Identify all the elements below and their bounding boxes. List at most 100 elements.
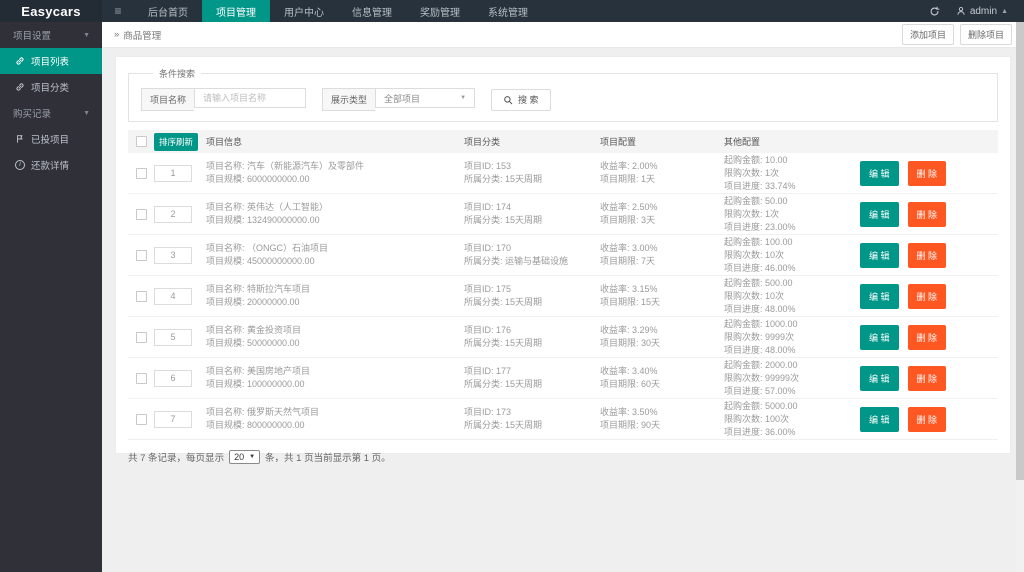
project-name: 项目名称: 黄金投资项目 [206, 325, 302, 335]
project-scale: 项目规模: 132490000000.00 [206, 215, 320, 225]
display-type-select[interactable]: 全部项目 ▼ [375, 88, 476, 108]
delete-button[interactable]: 删 除 [907, 201, 947, 227]
row-checkbox[interactable] [135, 249, 147, 261]
edit-button[interactable]: 编 辑 [860, 242, 899, 268]
sidebar-item-project-list[interactable]: 项目列表 [0, 48, 102, 74]
project-term: 项目期限: 3天 [600, 215, 656, 225]
app-logo: Easycars [0, 0, 102, 22]
edit-button[interactable]: 编 辑 [860, 406, 899, 432]
header-project-config: 项目配置 [600, 137, 637, 147]
add-project-button[interactable]: 添加项目 [901, 24, 954, 45]
project-term: 项目期限: 60天 [600, 379, 661, 389]
project-min-amount: 起购金额: 500.00 [724, 277, 793, 288]
main-area: » 商品管理 添加项目 删除项目 条件搜索 项目名称 请输入项目名称 展示类型 … [102, 22, 1024, 572]
row-checkbox[interactable] [135, 290, 147, 302]
project-name: 项目名称: 美国房地产项目 [206, 366, 311, 376]
edit-button[interactable]: 编 辑 [860, 160, 899, 186]
row-checkbox[interactable] [135, 167, 147, 179]
project-progress: 项目进度: 46.00% [724, 262, 796, 273]
top-nav-item-home[interactable]: 后台首页 [134, 0, 202, 22]
project-name-label: 项目名称 [141, 88, 195, 111]
filter-panel: 条件搜索 项目名称 展示类型 全部项目 ▼ [128, 67, 998, 122]
row-checkbox[interactable] [135, 208, 147, 220]
project-scale: 项目规模: 20000000.00 [206, 297, 300, 307]
project-scale: 项目规模: 45000000000.00 [206, 256, 315, 266]
sidebar-group-purchase-records[interactable]: 购买记录 ▼ [0, 100, 102, 126]
sidebar-item-repayment-details[interactable]: i 还款详情 [0, 152, 102, 178]
sidebar-group-project-settings[interactable]: 项目设置 ▼ [0, 22, 102, 48]
delete-button[interactable]: 删 除 [907, 283, 947, 309]
project-limit-count: 限购次数: 10次 [724, 290, 785, 301]
edit-button[interactable]: 编 辑 [860, 324, 899, 350]
search-button[interactable]: 搜 索 [491, 88, 551, 111]
sidebar-group-label: 项目设置 [13, 31, 52, 42]
delete-button[interactable]: 删 除 [907, 324, 947, 350]
breadcrumb-actions: 添加项目 删除项目 [901, 24, 1012, 45]
sidebar-item-label: 项目列表 [31, 57, 70, 68]
pagination: 共 7 条记录，每页显示 20 ▼ 条，共 1 页当前显示第 1 页。 [128, 450, 998, 464]
refresh-icon[interactable] [929, 6, 940, 17]
search-icon [504, 95, 513, 104]
project-id: 项目ID: 177 [464, 366, 512, 376]
header-other-config: 其他配置 [724, 137, 761, 147]
display-type-value: 全部项目 [384, 93, 421, 104]
pagination-prefix: 共 7 条记录，每页显示 [128, 453, 225, 464]
project-list-card: 条件搜索 项目名称 展示类型 全部项目 ▼ [115, 56, 1011, 464]
sort-order-input[interactable] [154, 287, 192, 305]
delete-project-button[interactable]: 删除项目 [959, 24, 1012, 45]
row-checkbox[interactable] [135, 372, 147, 384]
top-nav-item-info[interactable]: 信息管理 [338, 0, 406, 22]
row-checkbox[interactable] [135, 331, 147, 343]
topbar-right: admin ▲ [929, 0, 1024, 22]
top-nav-item-project[interactable]: 项目管理 [202, 0, 270, 22]
delete-button[interactable]: 删 除 [907, 242, 947, 268]
top-nav-item-user[interactable]: 用户中心 [270, 0, 338, 22]
project-name: 项目名称: 俄罗斯天然气项目 [206, 407, 320, 417]
project-min-amount: 起购金额: 50.00 [724, 195, 788, 206]
sidebar-item-invested-projects[interactable]: 已投项目 [0, 126, 102, 152]
menu-toggle-icon[interactable]: ≡ [102, 0, 134, 22]
user-menu[interactable]: admin ▲ [956, 6, 1008, 17]
delete-button[interactable]: 删 除 [907, 365, 947, 391]
row-checkbox[interactable] [135, 413, 147, 425]
project-id: 项目ID: 153 [464, 161, 512, 171]
project-scale: 项目规模: 100000000.00 [206, 379, 305, 389]
sidebar-item-project-category[interactable]: 项目分类 [0, 74, 102, 100]
sort-order-input[interactable] [154, 328, 192, 346]
edit-button[interactable]: 编 辑 [860, 201, 899, 227]
sort-order-input[interactable] [154, 205, 192, 223]
project-progress: 项目进度: 23.00% [724, 221, 796, 232]
page-title: 商品管理 [123, 30, 162, 42]
breadcrumb-prefix: » [114, 29, 120, 40]
project-term: 项目期限: 1天 [600, 174, 656, 184]
edit-button[interactable]: 编 辑 [860, 283, 899, 309]
content: 条件搜索 项目名称 展示类型 全部项目 ▼ [102, 48, 1024, 572]
project-rate: 收益率: 3.00% [600, 243, 658, 253]
sort-order-input[interactable] [154, 369, 192, 387]
project-rate: 收益率: 3.40% [600, 366, 658, 376]
project-name: 项目名称: 特斯拉汽车项目 [206, 284, 311, 294]
project-term: 项目期限: 7天 [600, 256, 656, 266]
project-limit-count: 限购次数: 10次 [724, 249, 785, 260]
breadcrumb: » 商品管理 添加项目 删除项目 [102, 22, 1024, 48]
sort-order-input[interactable] [154, 246, 192, 264]
delete-button[interactable]: 删 除 [907, 160, 947, 186]
project-term: 项目期限: 30天 [600, 338, 661, 348]
project-min-amount: 起购金额: 2000.00 [724, 359, 798, 370]
delete-button[interactable]: 删 除 [907, 406, 947, 432]
select-all-checkbox[interactable] [135, 136, 147, 147]
top-nav-item-reward[interactable]: 奖励管理 [406, 0, 474, 22]
project-name-filter: 项目名称 [141, 88, 307, 111]
page-size-select[interactable]: 20 ▼ [229, 450, 261, 464]
scrollbar-thumb[interactable] [1016, 22, 1024, 480]
top-nav-item-system[interactable]: 系统管理 [474, 0, 542, 22]
sort-refresh-button[interactable]: 排序刷新 [154, 132, 199, 151]
scrollbar [1016, 22, 1024, 572]
edit-button[interactable]: 编 辑 [860, 365, 899, 391]
user-icon [957, 7, 965, 15]
sort-order-input[interactable] [154, 164, 192, 182]
header-project-category: 项目分类 [464, 137, 501, 147]
sort-order-input[interactable] [154, 410, 192, 428]
project-category: 所属分类: 15天周期 [464, 379, 543, 389]
project-name-input[interactable] [194, 88, 307, 108]
